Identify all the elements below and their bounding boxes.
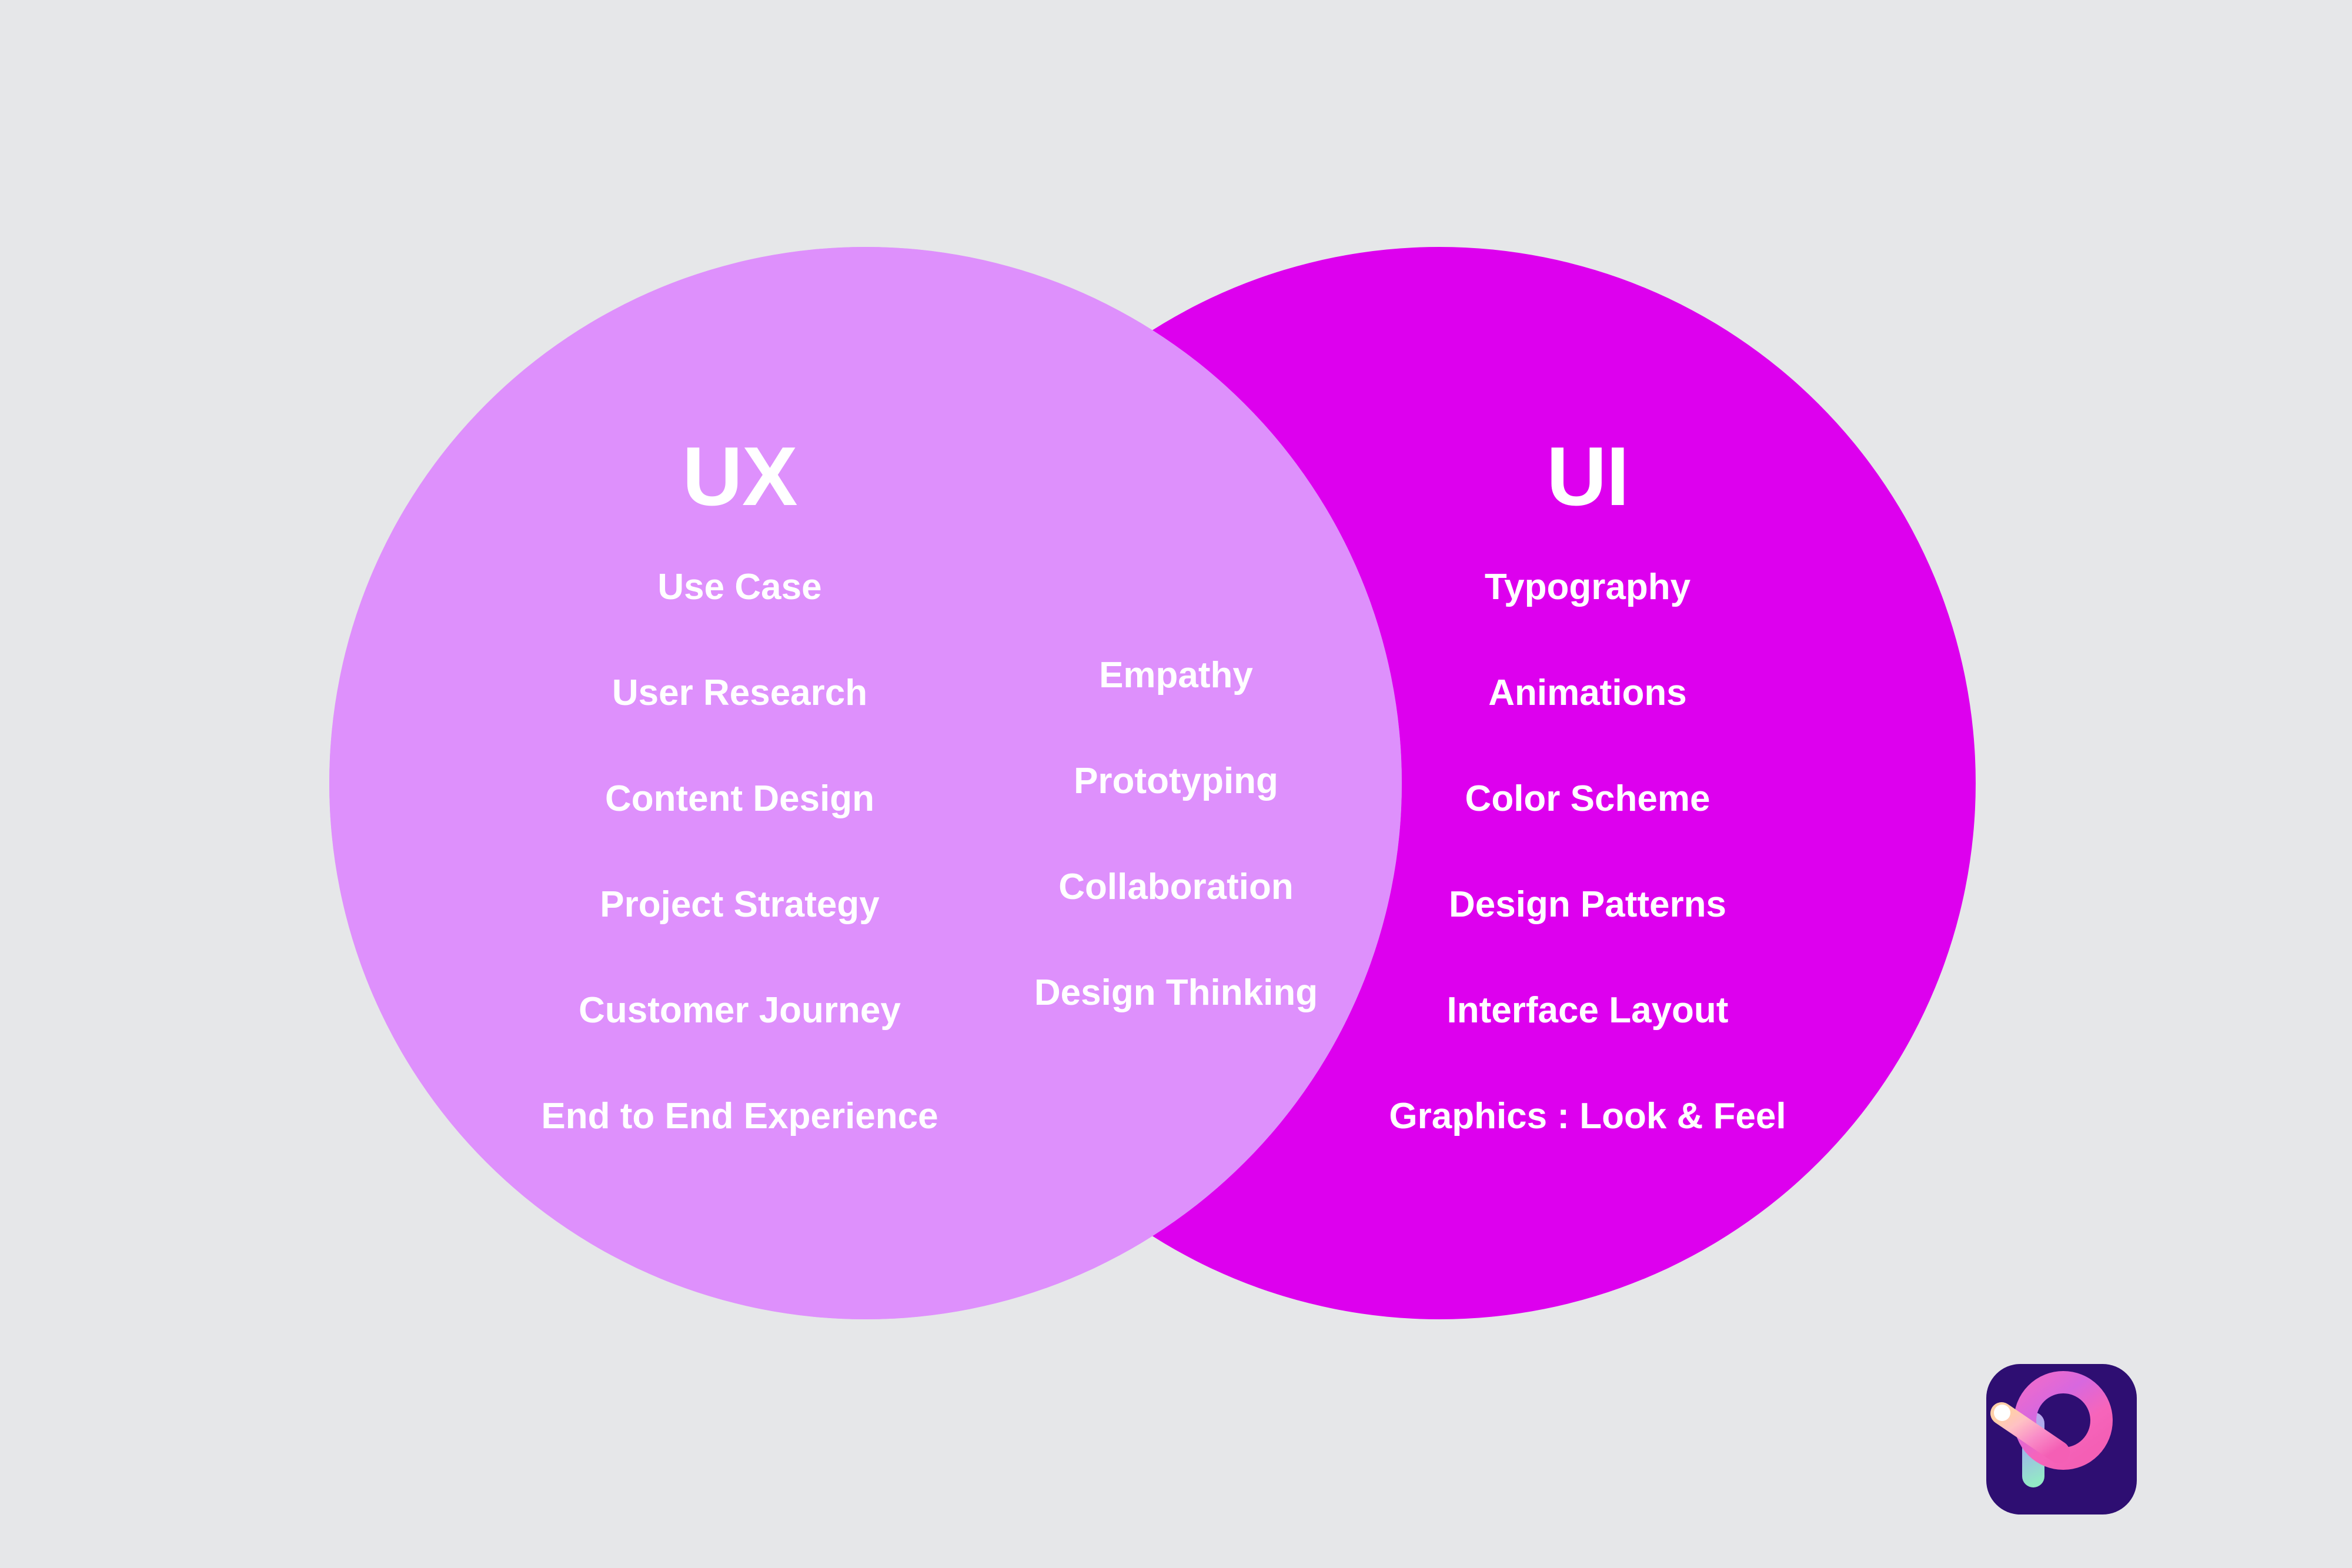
ux-item-project-strategy: Project Strategy (600, 884, 880, 925)
shared-item-empathy: Empathy (1099, 655, 1253, 696)
ux-item-content-design: Content Design (604, 778, 875, 819)
shared-item-prototyping: Prototyping (1074, 761, 1278, 801)
ux-item-end-to-end-experience: End to End Experience (541, 1096, 938, 1136)
ux-item-use-case: Use Case (657, 567, 822, 607)
intersection-column: Empathy Prototyping Collaboration Design… (964, 657, 1388, 1011)
venn-diagram-canvas: UX Use Case User Research Content Design… (0, 0, 2352, 1568)
ui-item-interface-layout: Interface Layout (1446, 990, 1729, 1031)
ui-item-animations: Animations (1488, 673, 1687, 713)
ui-item-design-patterns: Design Patterns (1448, 884, 1727, 925)
shared-item-collaboration: Collaboration (1058, 867, 1294, 907)
ui-item-color-scheme: Color Scheme (1465, 778, 1710, 819)
ui-item-typography: Typography (1484, 567, 1691, 607)
ux-item-customer-journey: Customer Journey (579, 990, 901, 1031)
app-logo-icon (1986, 1364, 2137, 1514)
ui-item-graphics-look-and-feel: Graphics : Look & Feel (1389, 1096, 1786, 1136)
ux-item-user-research: User Research (612, 673, 868, 713)
ui-title: UI (1546, 430, 1629, 523)
shared-item-design-thinking: Design Thinking (1034, 972, 1318, 1013)
ux-title: UX (682, 430, 797, 523)
